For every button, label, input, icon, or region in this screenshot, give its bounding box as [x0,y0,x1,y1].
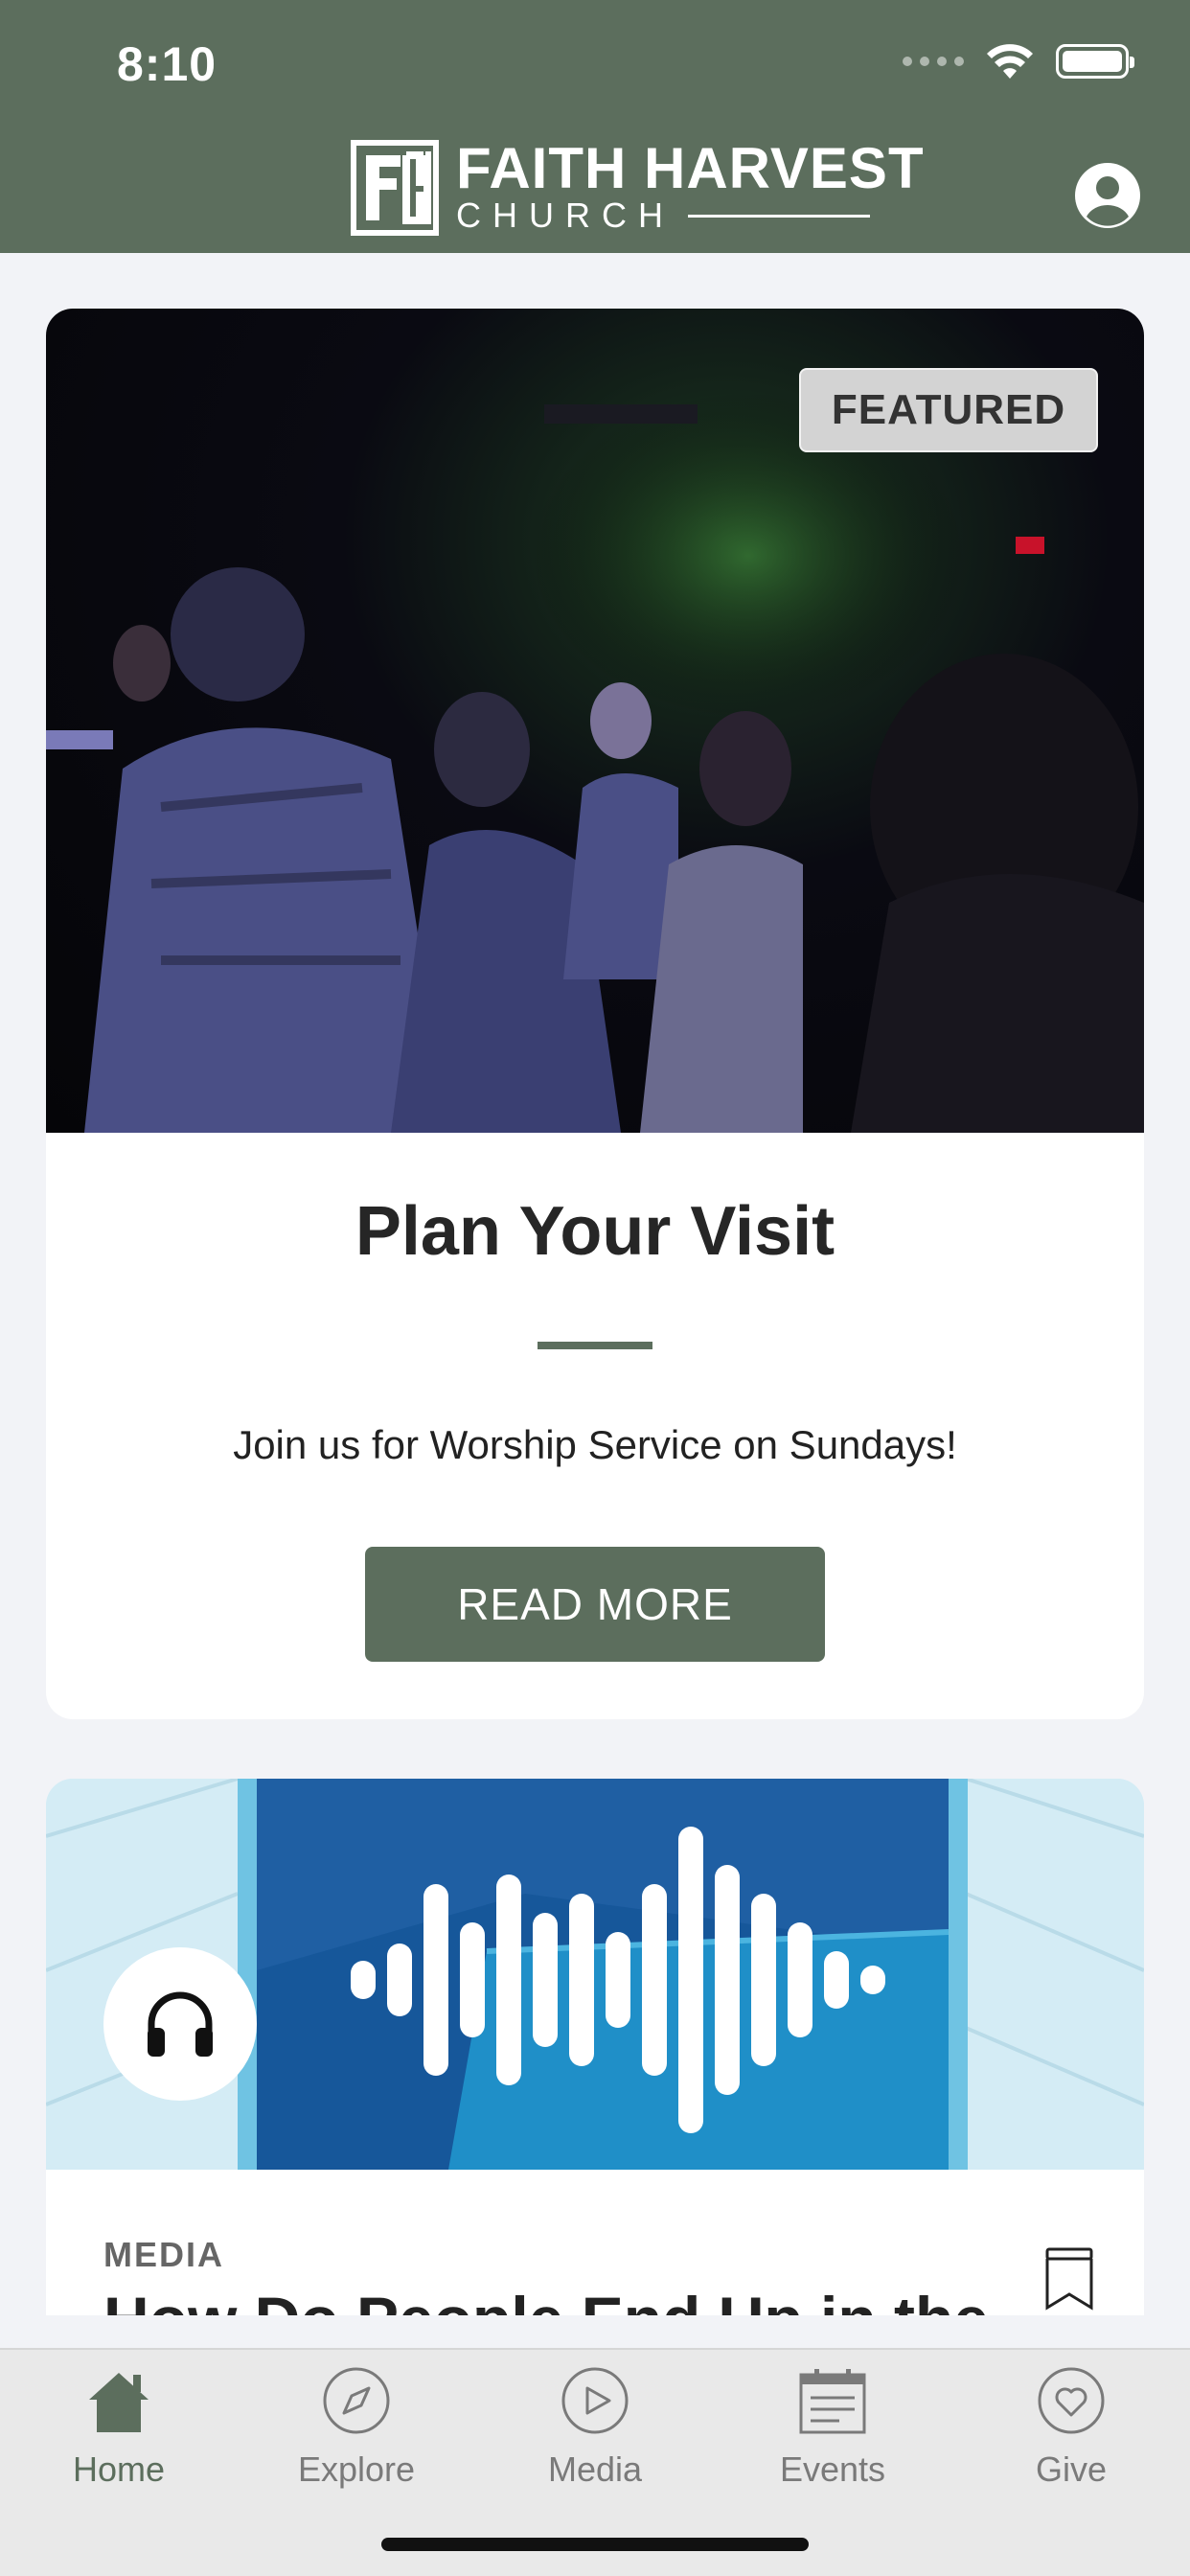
home-icon [89,2373,149,2432]
app-screen: 8:10 FAITH HARVEST CHURCH FEATURED Plan … [0,0,1190,2576]
church-logo: FAITH HARVEST CHURCH [351,140,925,236]
tab-label: Events [779,2450,886,2489]
calendar-icon [799,2369,866,2434]
compass-icon [323,2367,390,2434]
read-more-button[interactable]: READ MORE [365,1547,825,1662]
media-category: MEDIA [103,2235,224,2274]
tab-label: Home [72,2450,166,2489]
logo-mark-icon [351,140,439,236]
tab-label: Media [547,2450,643,2489]
featured-card[interactable]: FEATURED Plan Your Visit Join us for Wor… [46,309,1144,1719]
card-description: Join us for Worship Service on Sundays! [233,1422,957,1467]
media-card[interactable]: MEDIA How Do People End Up in the [46,1779,1144,2315]
headphones-icon [148,1991,213,2057]
status-time: 8:10 [117,37,217,91]
tab-label: Explore [297,2450,416,2489]
status-icons [903,42,1134,80]
profile-icon[interactable] [1073,161,1142,230]
media-title: How Do People End Up in the [103,2283,989,2315]
worship-photo: FEATURED [46,309,1144,1133]
header: 8:10 FAITH HARVEST CHURCH [0,0,1190,253]
heart-icon [1038,2367,1105,2434]
media-artwork [46,1779,1144,2170]
card-title: Plan Your Visit [355,1193,835,1270]
tab-events[interactable]: Events [714,2350,951,2513]
title-divider [538,1342,652,1349]
battery-icon [1056,44,1134,79]
wifi-icon [987,44,1033,79]
featured-badge: FEATURED [799,368,1098,452]
signal-icon [903,57,964,66]
logo-subtitle: CHURCH [456,196,675,235]
tab-explore[interactable]: Explore [238,2350,475,2513]
home-indicator[interactable] [381,2538,809,2551]
audio-badge [103,1947,257,2101]
logo-rule [688,214,870,218]
play-icon [561,2367,629,2434]
tab-home[interactable]: Home [0,2350,238,2513]
logo-title: FAITH HARVEST [456,136,925,200]
bookmark-icon[interactable] [1044,2246,1094,2312]
tab-give[interactable]: Give [952,2350,1190,2513]
tab-label: Give [1035,2450,1108,2489]
tab-media[interactable]: Media [476,2350,714,2513]
